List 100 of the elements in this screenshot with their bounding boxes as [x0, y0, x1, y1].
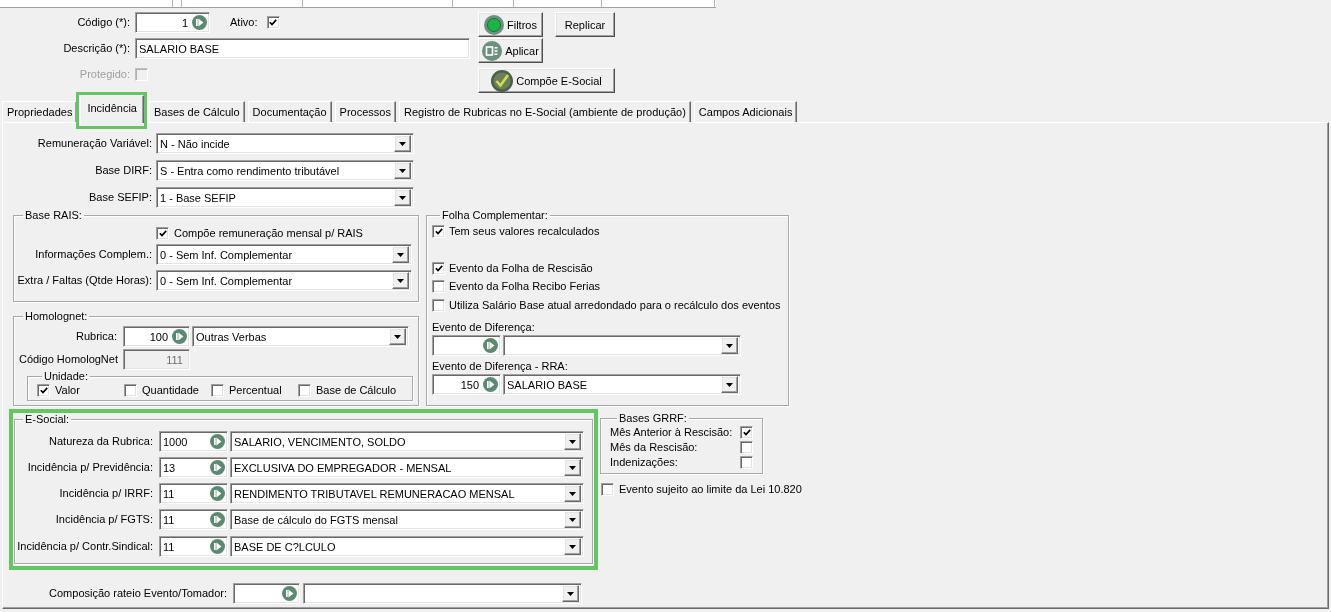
- checkbox[interactable]: [601, 483, 614, 496]
- checkbox[interactable]: [740, 441, 753, 454]
- checkbox-label: Base de Cálculo: [316, 384, 397, 397]
- checkbox[interactable]: [432, 299, 445, 312]
- field-label: Evento de Diferença:: [432, 321, 535, 334]
- checkbox-label: Mês da Rescisão:: [610, 441, 698, 454]
- dropdown-field[interactable]: 1 - Base SEFIP: [156, 187, 414, 208]
- tab[interactable]: Propriedades: [2, 101, 78, 122]
- tab[interactable]: Processos: [334, 101, 396, 122]
- arrow-circle-icon[interactable]: [483, 377, 498, 392]
- dropdown-button[interactable]: [564, 433, 581, 450]
- toolbar-button[interactable]: Compõe E-Social: [478, 68, 615, 93]
- toolbar-button[interactable]: Replicar: [555, 12, 615, 37]
- input-field[interactable]: 13: [159, 457, 228, 478]
- checkbox[interactable]: [124, 384, 137, 397]
- tab[interactable]: Bases de Cálculo: [149, 101, 245, 122]
- arrow-circle-icon[interactable]: [282, 586, 297, 601]
- checkbox[interactable]: [432, 280, 445, 293]
- dropdown-field[interactable]: [503, 335, 741, 356]
- input-field[interactable]: 1000: [159, 431, 228, 452]
- checkbox[interactable]: [298, 384, 311, 397]
- caret-icon: [569, 544, 576, 549]
- group-title: Bases GRRF:: [618, 412, 688, 425]
- caret-icon: [397, 278, 404, 283]
- caret-icon: [726, 343, 733, 348]
- checkbox[interactable]: [266, 16, 280, 29]
- dropdown-button[interactable]: [564, 485, 581, 502]
- checkbox[interactable]: [740, 426, 753, 439]
- dropdown-button[interactable]: [389, 328, 406, 345]
- tab[interactable]: Documentação: [247, 101, 332, 122]
- arrow-circle-icon[interactable]: [210, 486, 225, 501]
- checkbox-label: Percentual: [229, 384, 282, 397]
- tab[interactable]: Registro de Rubricas no E-Social (ambiente de produção): [398, 101, 691, 122]
- checkbox-label: Mês Anterior à Rescisão:: [610, 426, 733, 439]
- dropdown-button[interactable]: [394, 189, 411, 206]
- input-field[interactable]: 11: [159, 536, 228, 557]
- dropdown-button[interactable]: [394, 162, 411, 179]
- input-field[interactable]: 1: [135, 12, 210, 33]
- input-field[interactable]: [432, 335, 501, 356]
- field-label: Incidência p/ Previdência:: [27, 461, 153, 474]
- field-label: Natureza da Rubrica:: [49, 435, 153, 448]
- tick-icon: [742, 429, 751, 436]
- dropdown-button[interactable]: [394, 135, 411, 152]
- dropdown-field[interactable]: [303, 583, 582, 604]
- dropdown-button[interactable]: [392, 272, 409, 289]
- toolbar-button[interactable]: Aplicar: [478, 38, 543, 63]
- checkbox[interactable]: [211, 384, 224, 397]
- checkbox[interactable]: [740, 456, 753, 469]
- input-field[interactable]: SALARIO BASE: [135, 38, 470, 59]
- checkbox[interactable]: [432, 262, 445, 275]
- field-label: Incidência p/ IRRF:: [59, 487, 153, 500]
- toolbar-button[interactable]: Filtros: [478, 12, 543, 37]
- field-label: Informações Complem.:: [35, 248, 152, 261]
- dropdown-button[interactable]: [721, 376, 738, 393]
- dropdown-field[interactable]: SALARIO, VENCIMENTO, SOLDO: [230, 431, 584, 452]
- dropdown-button[interactable]: [721, 337, 738, 354]
- checkbox[interactable]: [432, 225, 445, 238]
- dropdown-field[interactable]: EXCLUSIVA DO EMPREGADOR - MENSAL: [230, 457, 584, 478]
- dropdown-field[interactable]: BASE DE C?LCULO: [230, 536, 584, 557]
- tick-icon: [434, 228, 443, 235]
- dropdown-button[interactable]: [392, 246, 409, 263]
- caret-icon: [569, 439, 576, 444]
- dropdown-field[interactable]: Outras Verbas: [192, 326, 409, 347]
- caret-icon: [567, 591, 574, 596]
- dropdown-button[interactable]: [564, 538, 581, 555]
- checkbox-label: Evento da Folha de Rescisão: [449, 262, 593, 275]
- arrow-circle-icon[interactable]: [483, 338, 498, 353]
- input-field[interactable]: 11: [159, 509, 228, 530]
- tab[interactable]: Campos Adicionais: [693, 101, 798, 122]
- field-label: Protegido:: [79, 68, 130, 81]
- checkbox[interactable]: [37, 384, 50, 397]
- input-field[interactable]: [233, 583, 300, 604]
- dropdown-button[interactable]: [562, 585, 579, 602]
- dropdown-button[interactable]: [564, 511, 581, 528]
- arrow-circle-icon[interactable]: [192, 15, 207, 30]
- dropdown-field[interactable]: 0 - Sem Inf. Complementar: [156, 244, 412, 265]
- checkbox[interactable]: [156, 227, 169, 240]
- arrow-circle-icon[interactable]: [210, 434, 225, 449]
- dropdown-button[interactable]: [564, 459, 581, 476]
- dropdown-field[interactable]: 0 - Sem Inf. Complementar: [156, 270, 412, 291]
- input-field[interactable]: 11: [159, 483, 228, 504]
- tab[interactable]: Incidência: [80, 95, 144, 123]
- field-label: Base SEFIP:: [89, 191, 152, 204]
- dropdown-field[interactable]: RENDIMENTO TRIBUTAVEL REMUNERACAO MENSAL: [230, 483, 584, 504]
- dropdown-field[interactable]: Base de cálculo do FGTS mensal: [230, 509, 584, 530]
- checkbox-label: Valor: [55, 384, 80, 397]
- field-label: Ativo:: [230, 16, 258, 29]
- arrow-circle-icon[interactable]: [172, 329, 187, 344]
- arrow-circle-icon[interactable]: [210, 539, 225, 554]
- input-field[interactable]: 100: [123, 326, 190, 347]
- dropdown-field[interactable]: SALARIO BASE: [503, 374, 741, 395]
- tick-icon: [434, 265, 443, 272]
- input-field[interactable]: 150: [432, 374, 501, 395]
- arrow-circle-icon[interactable]: [210, 460, 225, 475]
- field-label: Código (*):: [77, 16, 130, 29]
- dropdown-field[interactable]: S - Entra como rendimento tributável: [156, 160, 414, 181]
- arrow-circle-icon[interactable]: [210, 512, 225, 527]
- dropdown-field[interactable]: N - Não incide: [156, 133, 414, 154]
- tick-icon: [158, 230, 167, 237]
- checkbox-label: Tem seus valores recalculados: [449, 225, 600, 238]
